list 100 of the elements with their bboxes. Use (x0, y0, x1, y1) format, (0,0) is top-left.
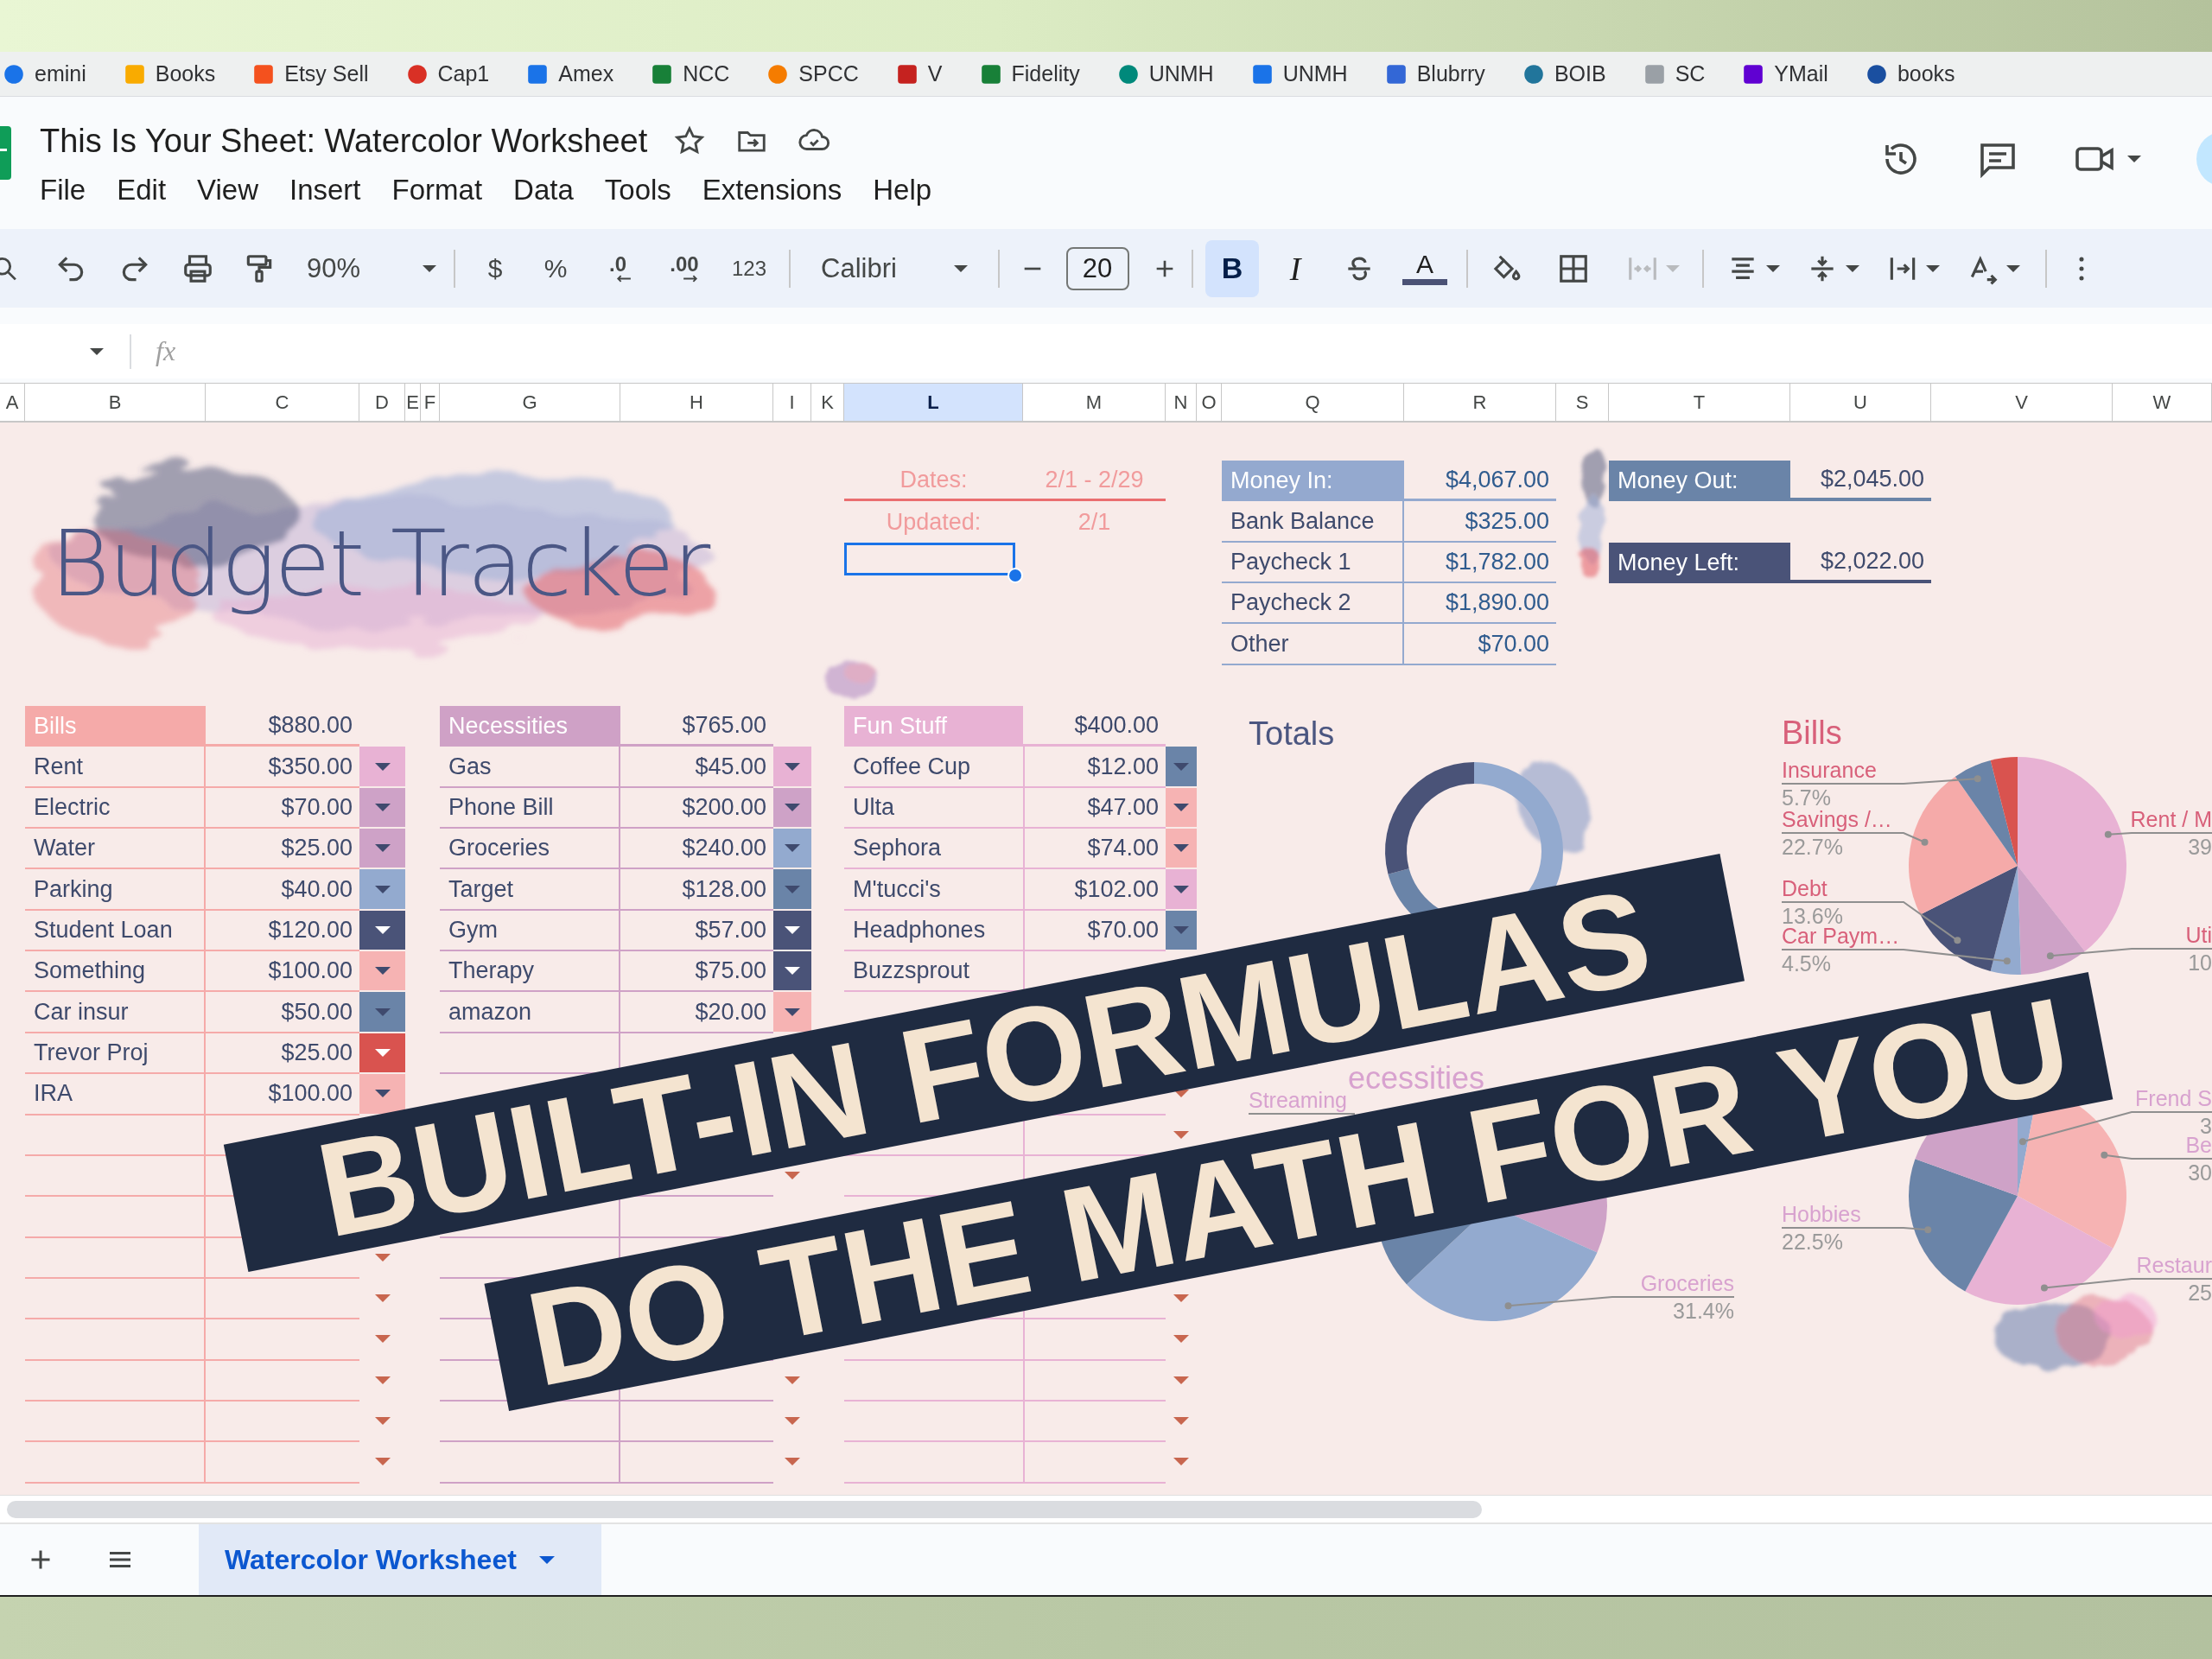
category-dropdown[interactable] (359, 869, 405, 909)
category-dropdown[interactable] (773, 992, 811, 1032)
bookmark-link[interactable]: Fidelity (980, 61, 1080, 86)
menu-item[interactable]: Format (391, 174, 483, 207)
column-header[interactable]: E (405, 384, 421, 421)
table-cell-text: IRA (33, 1079, 73, 1109)
currency-format-button[interactable]: $ (487, 253, 503, 283)
money-left-amount: $2,022.00 (1790, 542, 1931, 584)
menu-item[interactable]: Edit (117, 174, 167, 207)
category-dropdown[interactable] (359, 787, 405, 828)
scrollbar-thumb[interactable] (7, 1500, 1482, 1518)
category-dropdown[interactable] (773, 951, 811, 991)
bookmark-link[interactable]: Cap1 (406, 61, 490, 86)
category-dropdown[interactable] (773, 829, 811, 868)
decrease-decimal-button[interactable]: .0 (604, 254, 632, 283)
slice-percent: 22.5% (1782, 1230, 1843, 1254)
column-header[interactable]: W (2113, 384, 2212, 421)
table-cell-text: Trevor Proj (33, 1039, 149, 1067)
caret-icon (374, 967, 391, 976)
category-dropdown[interactable] (773, 787, 811, 828)
menu-item[interactable]: Extensions (702, 174, 842, 207)
category-dropdown[interactable] (1166, 787, 1197, 828)
column-header[interactable]: S (1556, 384, 1609, 421)
bookmark-link[interactable]: SPCC (767, 61, 859, 86)
category-dropdown[interactable] (1166, 910, 1197, 950)
table-cell: $1,890.00 (1404, 583, 1556, 625)
caret-icon[interactable] (1846, 264, 1859, 272)
caret-icon[interactable] (1766, 264, 1780, 272)
table-cell-text: Rent (33, 752, 85, 781)
bookmark-link[interactable]: SC (1643, 61, 1706, 86)
italic-button[interactable]: I (1268, 239, 1322, 297)
bookmark-link[interactable]: BOIB (1522, 61, 1606, 86)
caret-icon[interactable] (1926, 264, 1940, 272)
table-cell-text: Target (448, 874, 515, 904)
font-size-field[interactable]: 20 (1065, 246, 1129, 290)
column-header[interactable]: M (1023, 384, 1166, 421)
bookmark-link[interactable]: Books (124, 61, 216, 86)
column-header[interactable]: A (0, 384, 25, 421)
caret-icon (785, 1007, 800, 1016)
column-header[interactable]: Q (1222, 384, 1404, 421)
bookmark-link[interactable]: UNMH (1117, 61, 1214, 86)
category-dropdown[interactable] (359, 747, 405, 786)
category-dropdown[interactable] (359, 1074, 405, 1114)
increase-decimal-button[interactable]: .00 (670, 254, 699, 283)
column-header[interactable]: D (359, 384, 405, 421)
bookmark-link[interactable]: emini (3, 61, 86, 86)
category-dropdown[interactable] (773, 747, 811, 786)
caret-icon (785, 885, 800, 893)
column-header[interactable]: I (773, 384, 811, 421)
caret-icon[interactable] (2006, 264, 2020, 272)
fill-handle[interactable] (1007, 568, 1023, 584)
bookmark-link[interactable]: UNMH (1251, 61, 1348, 86)
caret-icon (785, 803, 800, 811)
arrow-left-icon (616, 275, 632, 283)
column-header[interactable]: C (206, 384, 359, 421)
menu-item[interactable]: Insert (289, 174, 361, 207)
column-header[interactable]: U (1790, 384, 1931, 421)
menu-item[interactable]: File (40, 174, 86, 207)
bookmark-link[interactable]: NCC (652, 61, 730, 86)
zoom-select[interactable]: 90% (307, 252, 436, 284)
column-header[interactable]: N (1166, 384, 1197, 421)
category-dropdown[interactable] (359, 951, 405, 991)
selected-cell[interactable] (844, 542, 1015, 576)
column-header[interactable]: B (25, 384, 206, 421)
bookmark-link[interactable]: Blubrry (1385, 61, 1485, 86)
column-header[interactable]: T (1609, 384, 1790, 421)
bookmark-link[interactable]: Amex (527, 61, 614, 86)
column-header[interactable]: H (620, 384, 773, 421)
category-dropdown[interactable] (773, 910, 811, 950)
column-header[interactable]: O (1197, 384, 1222, 421)
menu-item[interactable]: Help (873, 174, 932, 207)
bookmark-link[interactable]: YMail (1743, 61, 1828, 86)
percent-format-button[interactable]: % (543, 253, 568, 283)
category-dropdown[interactable] (1166, 829, 1197, 868)
font-select[interactable]: Calibri (821, 252, 968, 284)
sheet-tab[interactable]: Watercolor Worksheet (199, 1524, 601, 1595)
table-cell: $325.00 (1404, 501, 1556, 543)
category-dropdown[interactable] (359, 910, 405, 950)
slice-percent: 31.4% (1673, 1299, 1734, 1323)
menu-item[interactable]: Data (513, 174, 574, 207)
caret-icon[interactable] (2127, 156, 2141, 162)
menu-item[interactable]: Tools (604, 174, 671, 207)
column-header[interactable]: G (440, 384, 620, 421)
category-dropdown[interactable] (359, 829, 405, 868)
bookmark-link[interactable]: Etsy Sell (253, 61, 369, 86)
table-cell-text: $40.00 (280, 874, 353, 904)
sheets-logo-icon[interactable] (0, 126, 12, 180)
text-color-button[interactable]: A (1398, 239, 1452, 297)
menu-item[interactable]: View (197, 174, 258, 207)
slice-label: Hobbies (1782, 1202, 1861, 1226)
bookmark-link[interactable]: V (896, 61, 943, 86)
column-header[interactable]: R (1404, 384, 1556, 421)
column-header[interactable]: F (421, 384, 440, 421)
number-format-button[interactable]: 123 (731, 256, 766, 281)
bookmark-link[interactable]: books (1866, 61, 1955, 86)
column-header[interactable]: L (844, 384, 1023, 421)
slice-percent: 39 (2188, 835, 2212, 859)
bold-button[interactable]: B (1205, 239, 1259, 297)
document-title[interactable]: This Is Your Sheet: Watercolor Worksheet (40, 122, 648, 160)
column-header[interactable]: V (1931, 384, 2113, 421)
